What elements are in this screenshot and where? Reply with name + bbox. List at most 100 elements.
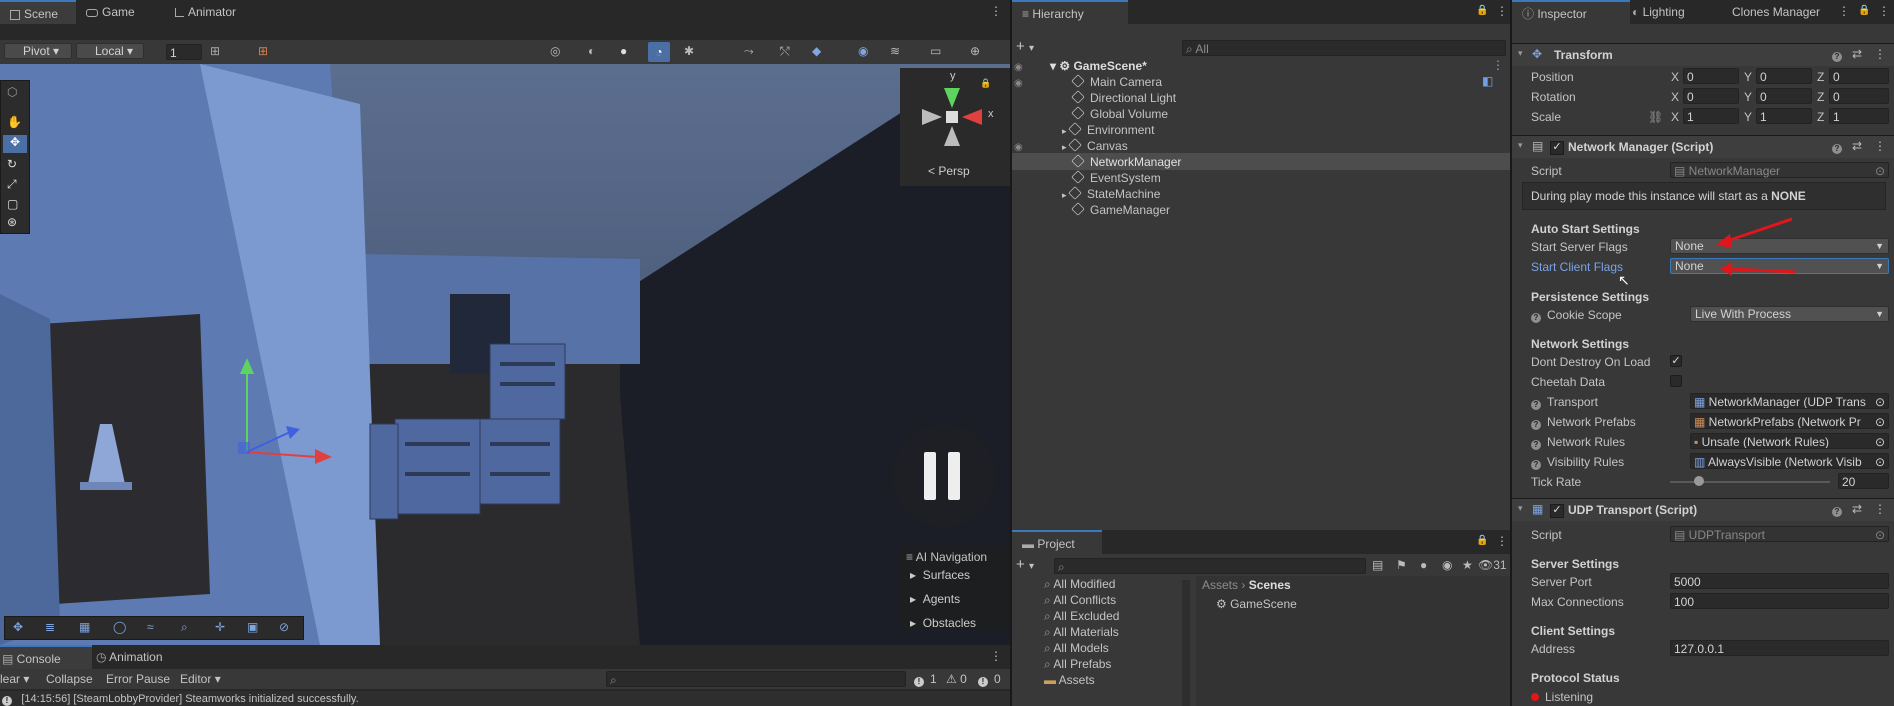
- position-z-field[interactable]: 0: [1829, 68, 1889, 84]
- camera-overlay-icon[interactable]: ▣: [247, 620, 258, 634]
- shading-lit-icon[interactable]: ◔: [648, 42, 670, 62]
- script-field[interactable]: ▤ UDPTransport ⊙: [1670, 526, 1889, 542]
- hierarchy-item[interactable]: Main Camera: [1071, 74, 1162, 90]
- transform-tool-icon[interactable]: ⊛: [7, 215, 17, 229]
- scale-link-icon[interactable]: ⛓: [1648, 110, 1663, 124]
- hierarchy-item[interactable]: GameManager: [1071, 202, 1170, 218]
- gizmos-icon[interactable]: ⊕: [970, 44, 980, 58]
- move-overlay-icon[interactable]: ✥: [13, 620, 23, 634]
- inspector-menu-icon[interactable]: ⋮: [1878, 4, 1890, 18]
- rotation-x-field[interactable]: 0: [1683, 88, 1739, 104]
- component-menu-icon[interactable]: ⋮: [1874, 47, 1886, 61]
- grid-snap-input[interactable]: 1: [166, 44, 202, 60]
- shading-shaded-icon[interactable]: ◐: [588, 44, 595, 58]
- layers-icon[interactable]: ≋: [890, 44, 900, 58]
- transform-header[interactable]: ▾ ✥ Transform ? ⇄ ⋮: [1512, 43, 1894, 66]
- warning-count[interactable]: ⚠ 0: [946, 672, 967, 686]
- visibility-eye-icon[interactable]: ◉: [1014, 142, 1023, 153]
- hierarchy-item[interactable]: EventSystem: [1071, 170, 1161, 186]
- camera-icon[interactable]: ▭: [930, 44, 941, 58]
- hierarchy-item[interactable]: Global Volume: [1071, 106, 1168, 122]
- hierarchy-menu-icon[interactable]: ⋮: [1496, 4, 1508, 18]
- favorite-item[interactable]: ⌕ All Excluded: [1044, 608, 1119, 624]
- help-icon[interactable]: ?: [1832, 502, 1848, 517]
- pivot-dropdown[interactable]: Pivot ▾: [4, 43, 72, 59]
- tab-scene[interactable]: Scene: [0, 0, 76, 24]
- layers-overlay-icon[interactable]: ≈: [147, 620, 154, 634]
- component-menu-icon[interactable]: ⋮: [1874, 139, 1886, 153]
- lock-icon[interactable]: 🔒: [1476, 5, 1488, 16]
- grid-icon[interactable]: ⊞: [210, 44, 230, 60]
- grid-overlay-icon[interactable]: ▦: [79, 620, 90, 634]
- network-rules-field[interactable]: ▪ Unsafe (Network Rules) ⊙: [1690, 433, 1889, 449]
- console-search-input[interactable]: ⌕: [606, 671, 906, 687]
- file-item[interactable]: ⚙ GameScene: [1216, 596, 1297, 612]
- transport-field[interactable]: ▦ NetworkManager (UDP Trans ⊙: [1690, 393, 1889, 409]
- network-prefabs-field[interactable]: ▦ NetworkPrefabs (Network Pr ⊙: [1690, 413, 1889, 429]
- preset-icon[interactable]: ⇄: [1852, 502, 1862, 516]
- favorite-item[interactable]: ⌕ All Models: [1044, 640, 1109, 656]
- help-icon[interactable]: ?: [1832, 139, 1848, 154]
- visibility-eye-icon[interactable]: ◉: [1014, 62, 1023, 73]
- shading-solid-icon[interactable]: ●: [620, 44, 627, 58]
- object-picker-icon[interactable]: ⊙: [1874, 394, 1885, 408]
- cookie-scope-dropdown[interactable]: Live With Process ▼: [1690, 306, 1889, 322]
- favorite-item[interactable]: ▬ Assets: [1044, 672, 1095, 688]
- position-x-field[interactable]: 0: [1683, 68, 1739, 84]
- render-mode-icon[interactable]: ✱: [684, 44, 694, 58]
- error-count[interactable]: ! 0: [978, 672, 1001, 687]
- view-tool-icon[interactable]: ⬡: [7, 85, 17, 99]
- filter-warning-icon[interactable]: ◉: [1442, 558, 1452, 572]
- filter-type-icon[interactable]: ▤: [1372, 558, 1383, 572]
- tick-rate-slider-handle[interactable]: [1694, 476, 1704, 486]
- hierarchy-item[interactable]: ▸ Environment: [1062, 122, 1154, 138]
- scale-x-field[interactable]: 1: [1683, 108, 1739, 124]
- rotation-z-field[interactable]: 0: [1829, 88, 1889, 104]
- tab-inspector[interactable]: ⓘ Inspector: [1512, 0, 1630, 24]
- rotate-tool-icon[interactable]: ↻: [7, 157, 17, 171]
- console-menu-icon[interactable]: ⋮: [990, 649, 1002, 663]
- server-port-field[interactable]: 5000: [1670, 573, 1889, 589]
- log-count[interactable]: ! 1: [914, 672, 937, 687]
- dont-destroy-checkbox[interactable]: ✓: [1670, 355, 1682, 367]
- filter-tag-icon[interactable]: ●: [1420, 558, 1427, 572]
- lighting-toggle-icon[interactable]: ⤳: [744, 44, 754, 59]
- preset-icon[interactable]: ⇄: [1852, 139, 1862, 153]
- help-icon[interactable]: ?: [1832, 47, 1848, 62]
- project-menu-icon[interactable]: ⋮: [1496, 534, 1508, 548]
- favorite-item[interactable]: ⌕ All Prefabs: [1044, 656, 1111, 672]
- hierarchy-item[interactable]: ▸ Canvas: [1062, 138, 1128, 154]
- scale-y-field[interactable]: 1: [1756, 108, 1812, 124]
- persp-toggle[interactable]: < Persp: [928, 164, 970, 178]
- udp-transport-header[interactable]: ▾ ▦ ✓ UDP Transport (Script) ? ⇄ ⋮: [1512, 498, 1894, 521]
- local-dropdown[interactable]: Local ▾: [76, 43, 144, 59]
- create-asset-button[interactable]: + ▾: [1016, 556, 1034, 573]
- move-tool-icon[interactable]: ✥: [3, 135, 27, 153]
- visibility-rules-field[interactable]: ▥ AlwaysVisible (Network Visib ⊙: [1690, 453, 1889, 469]
- favorite-item[interactable]: ⌕ All Conflicts: [1044, 592, 1116, 608]
- ai-nav-surfaces[interactable]: ▸ Surfaces: [910, 568, 970, 582]
- console-log-row[interactable]: ! [14:15:56] [SteamLobbyProvider] Steamw…: [0, 691, 1010, 706]
- tab-console[interactable]: ▤ Console: [0, 645, 92, 669]
- hand-tool-icon[interactable]: ✋: [7, 115, 22, 129]
- tab-clones-manager[interactable]: Clones Manager: [1722, 0, 1830, 24]
- collapse-button[interactable]: Collapse: [46, 672, 93, 686]
- project-search-input[interactable]: ⌕: [1054, 558, 1366, 574]
- add-object-button[interactable]: + ▾: [1016, 38, 1034, 55]
- pause-overlay[interactable]: [892, 424, 996, 528]
- search-overlay-icon[interactable]: ⌕: [181, 620, 188, 635]
- favorite-item[interactable]: ⌕ All Modified: [1044, 576, 1115, 592]
- cheetah-data-checkbox[interactable]: [1670, 375, 1682, 387]
- preset-icon[interactable]: ⇄: [1852, 47, 1862, 61]
- object-picker-icon[interactable]: ⊙: [1875, 163, 1885, 179]
- hierarchy-item[interactable]: NetworkManager: [1071, 154, 1181, 170]
- ai-nav-agents[interactable]: ▸ Agents: [910, 592, 960, 606]
- error-pause-button[interactable]: Error Pause: [106, 672, 170, 686]
- visibility-eye-icon[interactable]: ◉: [1014, 78, 1023, 89]
- snap-icon[interactable]: ⊞: [258, 44, 278, 60]
- max-connections-field[interactable]: 100: [1670, 593, 1889, 609]
- favorites-scrollbar[interactable]: [1182, 580, 1190, 706]
- clear-button[interactable]: lear ▾: [0, 672, 29, 686]
- breadcrumb-assets[interactable]: Assets: [1202, 578, 1238, 592]
- lock-icon[interactable]: 🔒: [1858, 5, 1870, 16]
